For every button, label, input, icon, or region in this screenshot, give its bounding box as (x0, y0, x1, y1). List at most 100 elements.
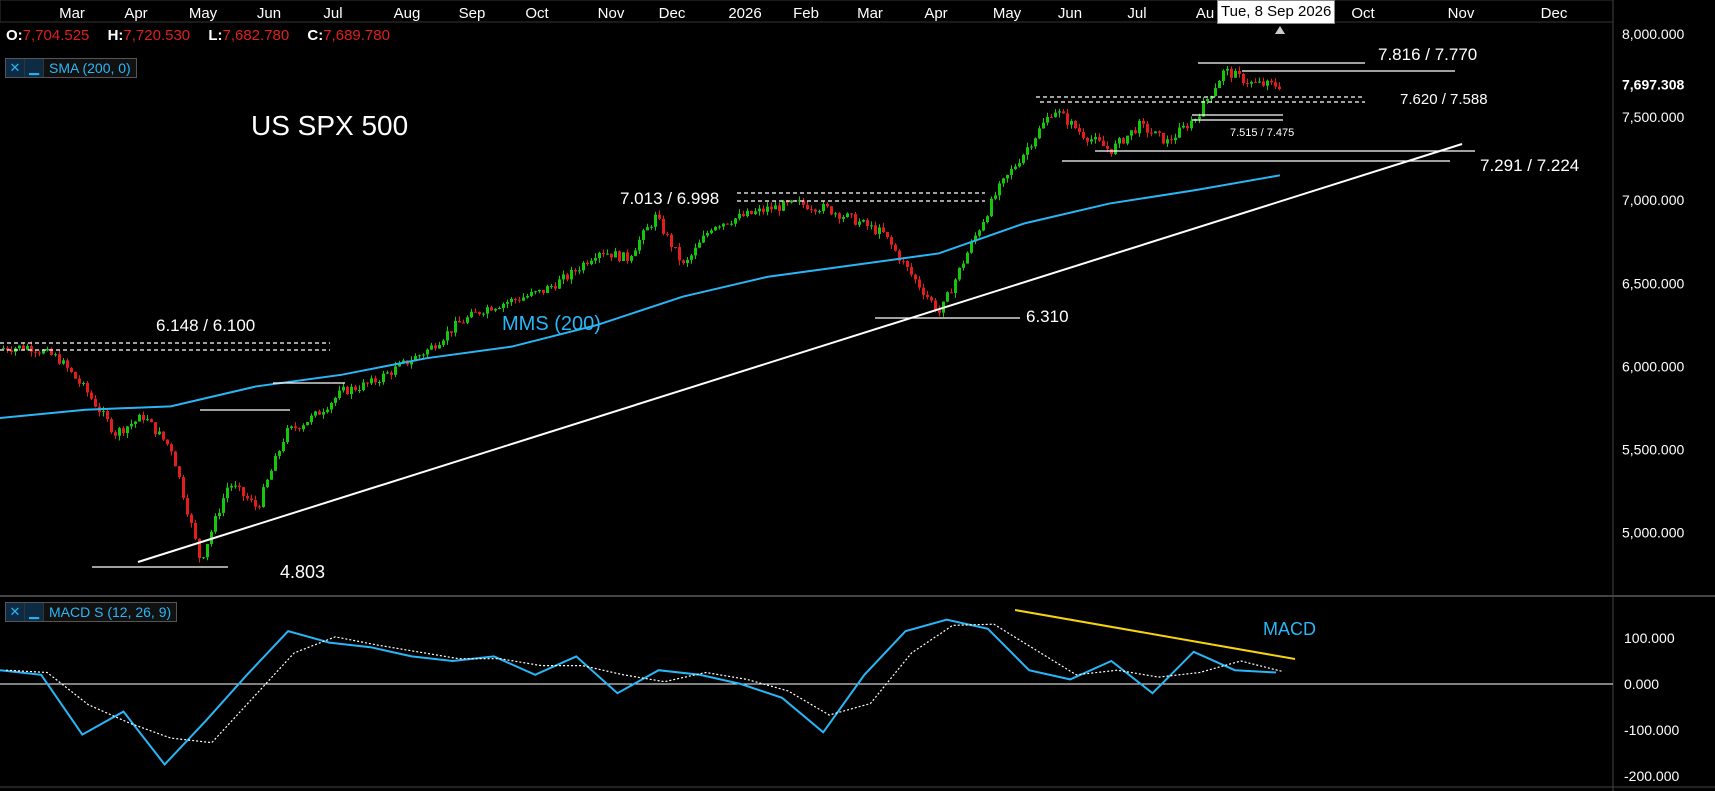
candle-body (266, 479, 269, 488)
minimize-icon[interactable]: ▁ (25, 59, 44, 77)
candle-body (882, 227, 885, 233)
candle-body (1270, 80, 1273, 83)
candle-body (1226, 68, 1229, 71)
low-value: 7,682.780 (222, 27, 290, 44)
candle-body (130, 423, 133, 427)
candle-body (498, 307, 501, 309)
macd-indicator-tag[interactable]: ✕ ▁ MACD S (12, 26, 9) (5, 602, 178, 622)
candle-body (1146, 123, 1149, 133)
candle-body (186, 497, 189, 515)
candle-body (302, 425, 305, 430)
candle-body (610, 253, 613, 258)
candle-body (182, 477, 185, 498)
candle-body (2, 348, 5, 350)
candle-body (806, 204, 809, 210)
candle-body (338, 390, 341, 398)
candle-body (1238, 70, 1241, 74)
x-tick-label: May (189, 5, 218, 22)
candle-body (590, 260, 593, 265)
candle-body (358, 389, 361, 391)
candle-body (990, 198, 993, 217)
candle-body (490, 307, 493, 311)
candle-body (82, 382, 85, 384)
candle-body (62, 360, 65, 364)
candle-body (234, 485, 237, 487)
candle-body (1126, 135, 1129, 144)
candle-body (966, 252, 969, 264)
candle-body (86, 382, 89, 393)
candle-body (1202, 101, 1205, 117)
candle-body (1026, 147, 1029, 155)
candle-body (1018, 163, 1021, 167)
candle-body (1170, 139, 1173, 141)
candle-body (578, 270, 581, 272)
candle-body (118, 428, 121, 436)
candle-body (986, 216, 989, 223)
level-label: 7.013 / 6.998 (620, 189, 719, 208)
candle-body (366, 382, 369, 384)
candle-body (534, 291, 537, 293)
candle-body (226, 487, 229, 499)
candle-body (826, 204, 829, 207)
candle-body (466, 317, 469, 323)
candle-body (878, 227, 881, 234)
candle-body (202, 557, 205, 559)
close-icon[interactable]: ✕ (6, 603, 25, 621)
candle-body (626, 252, 629, 261)
candle-body (910, 266, 913, 275)
candle-body (38, 352, 41, 354)
candle-body (242, 487, 245, 497)
candle-body (886, 232, 889, 238)
candle-body (494, 308, 497, 311)
candle-body (1206, 98, 1209, 102)
candle-body (894, 244, 897, 251)
x-tick-label: Sep (459, 5, 486, 22)
minimize-icon[interactable]: ▁ (25, 603, 44, 621)
candle-body (746, 210, 749, 217)
candle-body (330, 402, 333, 410)
candle-body (142, 414, 145, 420)
candle-body (858, 221, 861, 225)
candle-body (1042, 122, 1045, 129)
candle-body (774, 205, 777, 210)
candle-body (506, 302, 509, 304)
candle-body (1186, 125, 1189, 129)
candle-body (286, 428, 289, 443)
sma-label: MMS (200) (502, 313, 601, 335)
candle-body (1262, 81, 1265, 86)
close-icon[interactable]: ✕ (6, 59, 25, 77)
x-tick-label: Oct (1351, 5, 1375, 22)
candle-body (1062, 111, 1065, 114)
sma-indicator-tag[interactable]: ✕ ▁ SMA (200, 0) (5, 58, 137, 78)
y-tick-label: 5,500.000 (1622, 442, 1684, 458)
candle-body (862, 220, 865, 222)
candle-body (1094, 137, 1097, 140)
candle-body (674, 247, 677, 249)
macd-y-tick-label: 0.000 (1624, 676, 1659, 692)
candle-body (382, 373, 385, 383)
candle-body (822, 204, 825, 212)
candle-body (1106, 145, 1109, 149)
candle-body (630, 256, 633, 261)
level-label: 6.148 / 6.100 (156, 316, 255, 335)
candle-body (270, 470, 273, 480)
candle-body (566, 274, 569, 280)
candle-body (870, 225, 873, 227)
candle-body (738, 213, 741, 219)
candle-body (946, 292, 949, 302)
candle-body (538, 289, 541, 292)
x-tick-label: Nov (598, 5, 625, 22)
candle-body (550, 286, 553, 288)
chart-canvas[interactable]: Mar Apr May Jun Jul Aug Sep Oct Nov Dec 2026 Feb Mar… (0, 0, 1715, 791)
close-label: C: (307, 27, 324, 44)
candle-body (514, 298, 517, 300)
candle-body (614, 251, 617, 258)
candle-body (582, 262, 585, 271)
candle-body (666, 233, 669, 235)
candle-body (734, 218, 737, 224)
candle-body (706, 232, 709, 236)
candle-body (766, 206, 769, 212)
candle-body (1198, 116, 1201, 120)
candle-body (526, 295, 529, 298)
candle-body (670, 234, 673, 248)
